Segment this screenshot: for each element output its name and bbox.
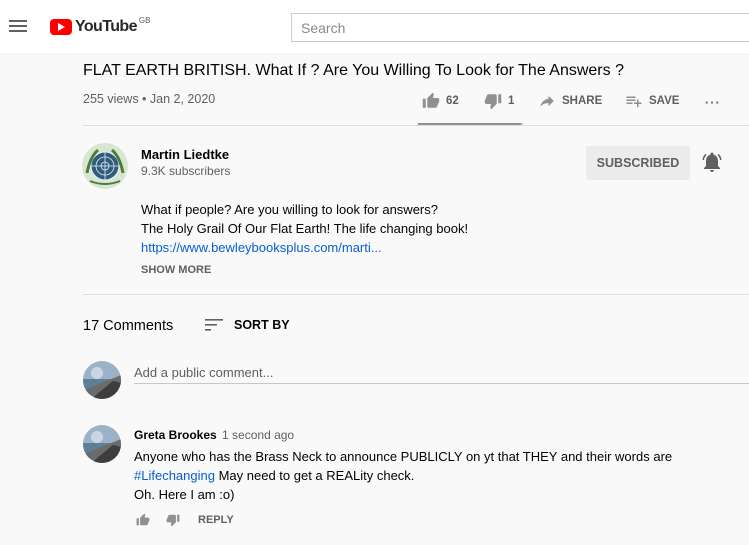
reply-button[interactable]: REPLY (198, 514, 234, 526)
description-link[interactable]: https://www.bewleybooksplus.com/marti... (141, 238, 468, 257)
video-description: What if people? Are you willing to look … (141, 200, 468, 257)
more-horiz-icon (705, 101, 719, 104)
thumb-up-icon (422, 92, 440, 108)
subscriber-count: 9.3K subscribers (141, 164, 231, 178)
comments-count: 17 Comments (83, 318, 174, 334)
comment-like-button[interactable] (134, 511, 152, 529)
comment-timestamp[interactable]: 1 second ago (222, 428, 294, 442)
comment-author[interactable]: Greta Brookes (134, 428, 217, 442)
add-comment-input[interactable] (134, 362, 749, 384)
comment-author-avatar[interactable] (83, 425, 121, 463)
comment-dislike-button[interactable] (164, 511, 182, 529)
comment-line: Anyone who has the Brass Neck to announc… (134, 449, 673, 464)
thumb-down-icon (166, 514, 180, 527)
thumb-down-icon (484, 94, 502, 110)
search-input[interactable] (291, 13, 749, 42)
hamburger-menu-icon[interactable] (6, 14, 30, 38)
hashtag-link[interactable]: #Lifechanging (134, 468, 215, 483)
like-count: 62 (446, 95, 459, 107)
share-label: SHARE (562, 95, 603, 107)
more-actions-button[interactable] (703, 87, 727, 115)
share-arrow-icon (540, 95, 554, 107)
youtube-logo[interactable]: YouTube GB (50, 16, 151, 39)
video-view-count-date: 255 views • Jan 2, 2020 (83, 92, 216, 106)
dislike-button[interactable]: 1 (484, 87, 514, 115)
playlist-add-icon (626, 96, 642, 107)
subscribed-button[interactable]: SUBSCRIBED (586, 146, 690, 180)
share-button[interactable]: SHARE (538, 87, 602, 115)
sort-icon (205, 319, 223, 331)
dislike-count: 1 (508, 95, 515, 107)
save-label: SAVE (649, 95, 680, 107)
divider (83, 125, 749, 126)
comment-line-rest: May need to get a REALity check. (214, 468, 415, 483)
comment-actions: REPLY (134, 511, 234, 529)
thumb-up-icon (136, 513, 150, 526)
logo-text: YouTube (75, 18, 137, 35)
channel-name[interactable]: Martin Liedtke (141, 147, 229, 162)
divider (83, 294, 749, 295)
comment-header: Greta Brookes 1 second ago (134, 428, 294, 442)
channel-avatar[interactable] (82, 143, 128, 189)
description-line: What if people? Are you willing to look … (141, 202, 438, 217)
save-button[interactable]: SAVE (625, 87, 679, 115)
masthead: YouTube GB (0, 0, 749, 55)
comment-line: Oh. Here I am :o) (134, 487, 235, 502)
sort-by-label: SORT BY (234, 318, 290, 332)
video-title: FLAT EARTH BRITISH. What If ? Are You Wi… (83, 62, 624, 79)
notification-bell-icon[interactable] (700, 150, 724, 174)
sort-by-button[interactable]: SORT BY (204, 317, 290, 333)
user-avatar (83, 361, 121, 399)
play-logo-icon (50, 19, 72, 35)
comment-text: Anyone who has the Brass Neck to announc… (134, 447, 672, 504)
region-code: GB (138, 16, 151, 25)
description-line: The Holy Grail Of Our Flat Earth! The li… (141, 221, 469, 236)
show-more-button[interactable]: SHOW MORE (141, 264, 211, 276)
like-button[interactable]: 62 (422, 87, 459, 115)
globe-emblem-icon (82, 143, 128, 189)
comment-line: #Lifechanging May need to get a REALity … (134, 466, 672, 485)
